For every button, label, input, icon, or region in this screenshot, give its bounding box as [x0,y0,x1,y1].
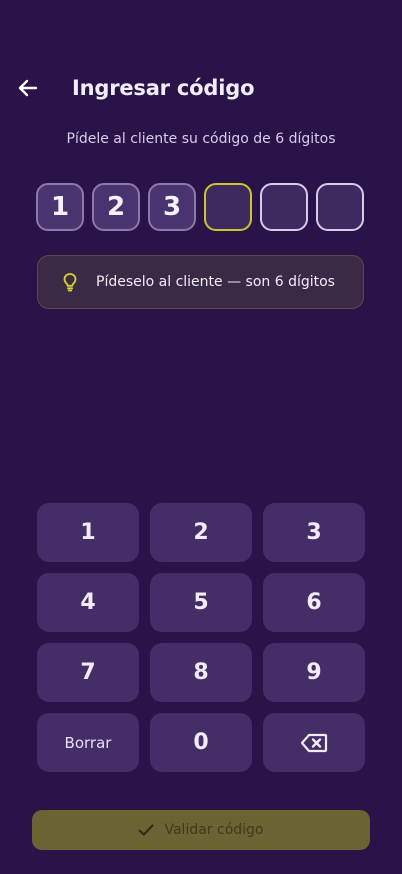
instruction-text: Pídele al cliente su código de 6 dígitos [66,131,336,147]
lightbulb-icon [62,272,80,292]
code-digit-2[interactable]: 2 [92,183,140,231]
check-icon [138,824,154,836]
key-9[interactable]: 9 [263,643,365,702]
validate-code-label: Validar código [164,822,264,838]
numeric-keypad: 1 2 3 4 5 6 7 8 9 Borrar 0 [37,503,365,772]
key-3[interactable]: 3 [263,503,365,562]
code-digit-3[interactable]: 3 [148,183,196,231]
key-0[interactable]: 0 [150,713,252,772]
key-7[interactable]: 7 [37,643,139,702]
page-title: Ingresar código [72,76,255,100]
clear-button[interactable]: Borrar [37,713,139,772]
backspace-button[interactable] [263,713,365,772]
hint-text: Pídeselo al cliente — son 6 dígitos [96,274,335,290]
code-digit-5[interactable] [260,183,308,231]
key-6[interactable]: 6 [263,573,365,632]
code-digit-4[interactable] [204,183,252,231]
app-header: Ingresar código [0,66,402,110]
key-8[interactable]: 8 [150,643,252,702]
key-5[interactable]: 5 [150,573,252,632]
backspace-icon [300,733,328,752]
key-1[interactable]: 1 [37,503,139,562]
key-2[interactable]: 2 [150,503,252,562]
key-4[interactable]: 4 [37,573,139,632]
validate-code-button[interactable]: Validar código [32,810,370,850]
arrow-left-icon [18,79,38,97]
code-input-row: 1 2 3 [36,183,366,231]
hint-banner: Pídeselo al cliente — son 6 dígitos [37,255,364,309]
code-digit-6[interactable] [316,183,364,231]
back-button[interactable] [14,74,42,102]
code-digit-1[interactable]: 1 [36,183,84,231]
